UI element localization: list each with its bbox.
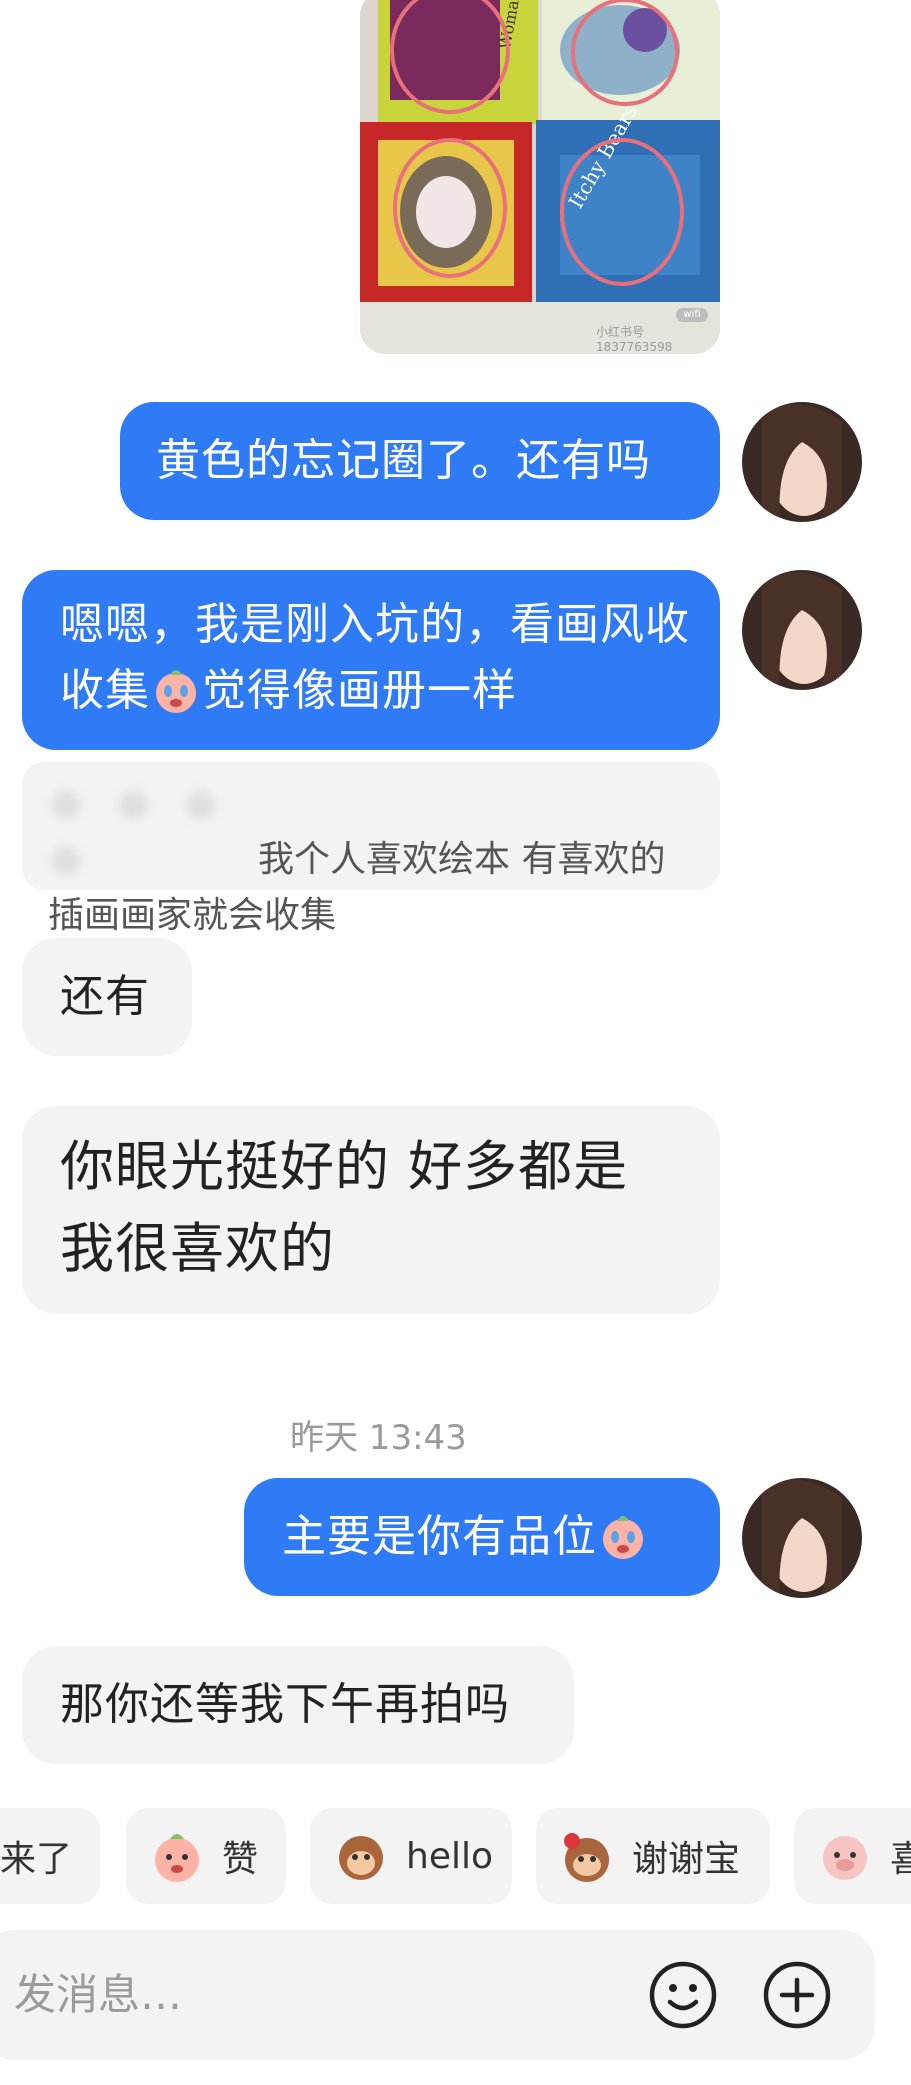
book-photo: Woman Itchy Bears (360, 0, 720, 354)
smiley-icon[interactable] (648, 1960, 718, 2030)
message-bubble-sent[interactable]: 黄色的忘记圈了。还有吗 (120, 402, 720, 520)
chip-label: 喜 (890, 1839, 911, 1880)
chip-label: 来了 (0, 1839, 73, 1880)
message-text: 你眼光挺好的 好多都是我很喜欢的 (60, 1135, 629, 1280)
composer-bar: 发消息… (0, 1930, 875, 2060)
quick-reply-chip[interactable]: 谢谢宝 (536, 1808, 770, 1904)
quick-reply-chip[interactable]: 来了 (0, 1808, 100, 1904)
message-text: 觉得像画册一样 (202, 665, 517, 716)
message-bubble-sent[interactable]: 嗯嗯，我是刚入坑的，看画风收集 收集 觉得像画册一样 (22, 570, 720, 750)
message-text: 还有 (60, 971, 150, 1022)
message-bubble-sent[interactable]: 主要是你有品位 (244, 1478, 720, 1596)
message-text: 黄色的忘记圈了。还有吗 (156, 435, 651, 486)
quick-reply-chip[interactable]: 喜 (794, 1808, 911, 1904)
chip-label: 谢谢宝 (632, 1839, 741, 1880)
message-input[interactable]: 发消息… (14, 1960, 594, 2030)
plus-icon[interactable] (762, 1960, 832, 2030)
crying-peach-emoji (597, 1509, 649, 1561)
avatar[interactable] (742, 570, 862, 690)
crying-peach-emoji (150, 663, 202, 715)
message-text: 那你还等我下午再拍吗 (60, 1679, 510, 1730)
message-bubble-received[interactable]: 还有 (22, 938, 192, 1056)
image-message[interactable]: Woman Itchy Bears 小红书号 1837763598 wifi (360, 0, 720, 354)
avatar[interactable] (742, 402, 862, 522)
quick-reply-chip[interactable]: hello (310, 1808, 512, 1904)
chip-label: hello (406, 1835, 493, 1877)
message-text: 主要是你有品位 (282, 1511, 597, 1562)
monkey-rose-emoji (564, 1833, 609, 1882)
avatar[interactable] (742, 1478, 862, 1598)
message-bubble-received[interactable]: 你眼光挺好的 好多都是我很喜欢的 (22, 1106, 720, 1314)
message-text: 嗯嗯，我是刚入坑的，看画风收集 (60, 599, 690, 650)
timestamp: 昨天 13:43 (290, 1418, 467, 1458)
message-text: 收集 (60, 665, 150, 716)
quoted-message[interactable]: ｏ ｏ ｏ ｏ 我个人喜欢绘本 有喜欢的插画画家就会收集 (22, 762, 720, 936)
pig-emoji (823, 1836, 867, 1880)
chip-label: 赞 (222, 1839, 259, 1880)
quick-reply-chip[interactable]: 赞 (126, 1808, 286, 1904)
image-badge: wifi (676, 308, 708, 322)
monkey-wave-emoji (339, 1836, 383, 1880)
peach-thumbs-emoji (155, 1834, 199, 1882)
message-bubble-received[interactable]: 那你还等我下午再拍吗 (22, 1646, 574, 1764)
watermark-text: 小红书号 1837763598 (596, 325, 673, 354)
blurred-name: ｏ ｏ ｏ ｏ (48, 783, 229, 880)
